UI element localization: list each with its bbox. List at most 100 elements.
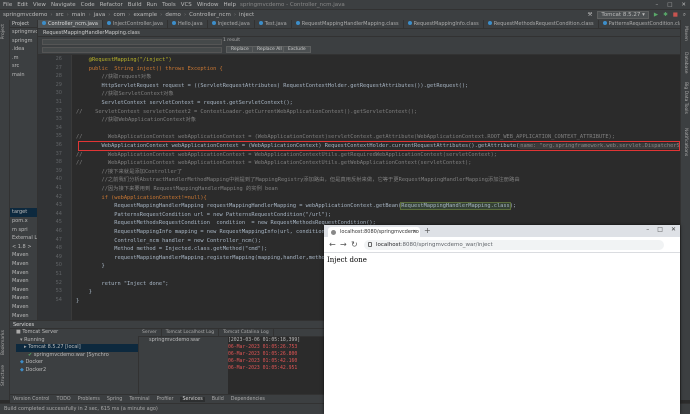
breadcrumb-springmvcdemo[interactable]: springmvcdemo — [3, 12, 47, 18]
project-tree-item[interactable]: pom.x — [10, 217, 37, 226]
project-tree-item[interactable] — [10, 191, 37, 200]
reload-icon[interactable]: ↻ — [351, 240, 358, 249]
replace-all-button[interactable]: Replace All — [252, 46, 287, 53]
bottom-tab-terminal[interactable]: Terminal — [129, 397, 149, 402]
tab-test-java[interactable]: Test.java — [255, 20, 292, 28]
project-tree-item[interactable]: External L — [10, 234, 37, 243]
maximize-icon[interactable]: □ — [667, 2, 672, 8]
address-bar[interactable]: localhost:8080/springmvcdemo_war/inject — [364, 240, 664, 250]
project-tree-item[interactable]: Maven — [10, 294, 37, 303]
menu-window[interactable]: Window — [197, 2, 219, 8]
project-tree-item[interactable]: springm — [10, 37, 37, 46]
run-config-select[interactable]: Tomcat 8.5.27 ▾ — [597, 11, 649, 19]
hammer-icon[interactable]: ⚒ — [587, 12, 592, 18]
project-tree-item[interactable]: src — [10, 62, 37, 71]
log-tab-server[interactable]: Server — [138, 329, 162, 336]
service-tomcat-server[interactable]: ■ Tomcat Server — [16, 329, 138, 337]
project-tree-item[interactable] — [10, 123, 37, 132]
project-tree-item[interactable] — [10, 105, 37, 114]
project-tool-tab[interactable]: Project — [1, 24, 6, 39]
deployment-item[interactable]: springmvcdemo:war — [139, 337, 200, 345]
breadcrumb-controller-ncm[interactable]: Controller_ncm — [189, 12, 231, 18]
breadcrumb-java[interactable]: java — [94, 12, 106, 18]
tab-controller-ncm-java[interactable]: Controller_ncm.java — [38, 20, 103, 28]
menu-code[interactable]: Code — [81, 2, 95, 8]
bottom-tab-dependencies[interactable]: Dependencies — [231, 397, 265, 402]
database-tool-tab[interactable]: Database — [683, 52, 688, 73]
menu-view[interactable]: View — [33, 2, 46, 8]
project-tree-item[interactable] — [10, 114, 37, 123]
run-icon[interactable]: ▶ — [654, 12, 658, 18]
bookmarks-tool-tab[interactable]: Bookmarks — [1, 330, 6, 355]
project-tree-item[interactable]: target — [10, 208, 37, 218]
stop-icon[interactable]: ■ — [673, 12, 678, 18]
find-input[interactable] — [42, 39, 222, 45]
breadcrumb-src[interactable]: src — [56, 12, 64, 18]
breadcrumb-example[interactable]: example — [133, 12, 157, 18]
project-tree-item[interactable] — [10, 131, 37, 140]
project-tree-item[interactable]: Maven — [10, 277, 37, 286]
tab-requestmappinginfo-class[interactable]: RequestMappingInfo.class — [404, 20, 484, 28]
service-running[interactable]: ▾ Running — [16, 337, 138, 345]
tab-requestmethodsrequestcondition-class[interactable]: RequestMethodsRequestCondition.class — [484, 20, 599, 28]
bottom-tab-spring[interactable]: Spring — [107, 397, 122, 402]
bottom-tab-services[interactable]: Services — [180, 396, 205, 402]
project-tree-item[interactable]: .idea — [10, 45, 37, 54]
menu-build[interactable]: Build — [128, 2, 142, 8]
log-tab-tomcat-catalina-log[interactable]: Tomcat Catalina Log — [219, 329, 274, 336]
project-tree-item[interactable]: m spri — [10, 226, 37, 235]
bottom-tab-problems[interactable]: Problems — [78, 397, 100, 402]
project-tree-item[interactable] — [10, 200, 37, 209]
debug-icon[interactable]: ✱ — [663, 12, 668, 18]
breadcrumb-inject[interactable]: inject — [239, 12, 254, 18]
log-tab-tomcat-localhost-log[interactable]: Tomcat Localhost Log — [162, 329, 220, 336]
project-tree-item[interactable]: Maven — [10, 286, 37, 295]
tab-patternsrequestcondition-class[interactable]: PatternsRequestCondition.class — [599, 20, 680, 28]
project-tree-item[interactable] — [10, 80, 37, 89]
close-icon[interactable]: ✕ — [671, 226, 676, 233]
menu-run[interactable]: Run — [147, 2, 158, 8]
project-tree-item[interactable] — [10, 166, 37, 175]
tab-injected-java[interactable]: Injected.java — [208, 20, 255, 28]
project-tree-item[interactable] — [10, 183, 37, 192]
project-tree-item[interactable] — [10, 157, 37, 166]
forward-icon[interactable]: → — [340, 240, 347, 249]
project-tree-item[interactable]: springmvcdemo — [10, 28, 37, 37]
bottom-tab-version-control[interactable]: Version Control — [13, 397, 50, 402]
big-data-tools-tab[interactable]: Big Data Tools — [683, 82, 688, 114]
server-log[interactable]: [2023-03-06 01:05:18,399] 06-Mar-2023 01:… — [228, 337, 324, 394]
search-icon[interactable]: ⌕ — [683, 12, 686, 19]
project-tree-item[interactable] — [10, 97, 37, 106]
breadcrumb-demo[interactable]: demo — [165, 12, 181, 18]
service-docker2[interactable]: ◆ Docker2 — [16, 367, 138, 375]
project-tree-item[interactable]: Maven — [10, 312, 37, 320]
tab-requestmappinghandlermapping-class[interactable]: RequestMappingHandlerMapping.class — [292, 20, 404, 28]
project-tree-item[interactable]: Maven — [10, 269, 37, 278]
project-tree-item[interactable]: Maven — [10, 251, 37, 260]
bottom-tab-todo[interactable]: TODO — [57, 397, 71, 402]
page-info-icon[interactable] — [368, 242, 372, 247]
replace-button[interactable]: Replace — [226, 46, 254, 53]
minimize-icon[interactable]: – — [646, 226, 649, 233]
back-icon[interactable]: ← — [329, 240, 336, 249]
menu-edit[interactable]: Edit — [17, 2, 28, 8]
project-tree-item[interactable]: Maven — [10, 303, 37, 312]
project-tree-item[interactable] — [10, 148, 37, 157]
close-icon[interactable]: ✕ — [681, 2, 686, 8]
menu-file[interactable]: File — [3, 2, 12, 8]
breadcrumb-main[interactable]: main — [72, 12, 86, 18]
project-tree-item[interactable]: Maven — [10, 260, 37, 269]
menu-help[interactable]: Help — [224, 2, 237, 8]
menu-refactor[interactable]: Refactor — [100, 2, 123, 8]
notifications-tool-tab[interactable]: Notifications — [683, 128, 688, 156]
browser-tab[interactable]: localhost:8080/springmvcdemo ✕ — [328, 227, 420, 237]
bottom-tab-profiler[interactable]: Profiler — [157, 397, 174, 402]
project-tree-item[interactable]: < 1.8 > — [10, 243, 37, 252]
exclude-button[interactable]: Exclude — [283, 46, 311, 53]
bottom-tab-build[interactable]: Build — [212, 397, 224, 402]
service-springmvcdemo-war-synchro[interactable]: ✔ springmvcdemo:war [Synchro — [16, 352, 138, 360]
menu-navigate[interactable]: Navigate — [51, 2, 76, 8]
project-tree-item[interactable] — [10, 140, 37, 149]
project-tree-item[interactable]: .m — [10, 54, 37, 63]
menu-tools[interactable]: Tools — [162, 2, 176, 8]
